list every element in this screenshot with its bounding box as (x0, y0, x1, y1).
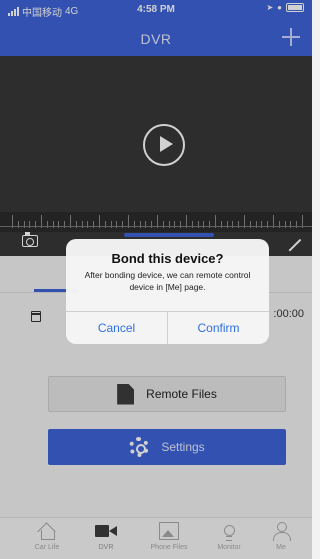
cancel-button[interactable]: Cancel (66, 312, 167, 344)
dialog-title: Bond this device? (111, 251, 224, 266)
dialog-actions: Cancel Confirm (66, 311, 269, 344)
dialog-message: After bonding device, we can remote cont… (84, 270, 251, 292)
confirm-button[interactable]: Confirm (167, 312, 269, 344)
bond-device-dialog: Bond this device? After bonding device, … (66, 239, 269, 344)
